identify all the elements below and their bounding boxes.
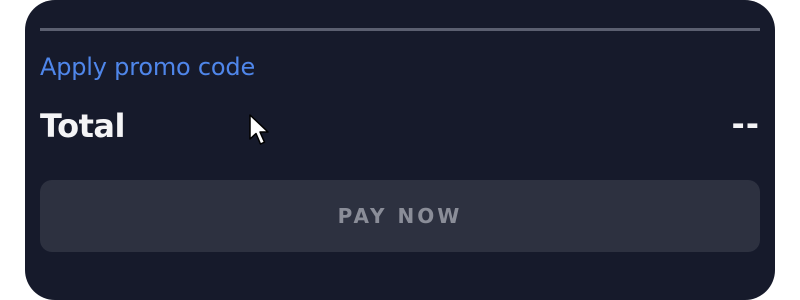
divider bbox=[40, 28, 760, 31]
checkout-panel: Apply promo code Total -- PAY NOW bbox=[25, 0, 775, 300]
mouse-pointer-icon bbox=[249, 114, 269, 145]
apply-promo-code-link[interactable]: Apply promo code bbox=[40, 51, 255, 83]
total-label: Total bbox=[40, 107, 125, 145]
pay-now-button[interactable]: PAY NOW bbox=[40, 180, 760, 252]
total-value: -- bbox=[731, 105, 760, 143]
